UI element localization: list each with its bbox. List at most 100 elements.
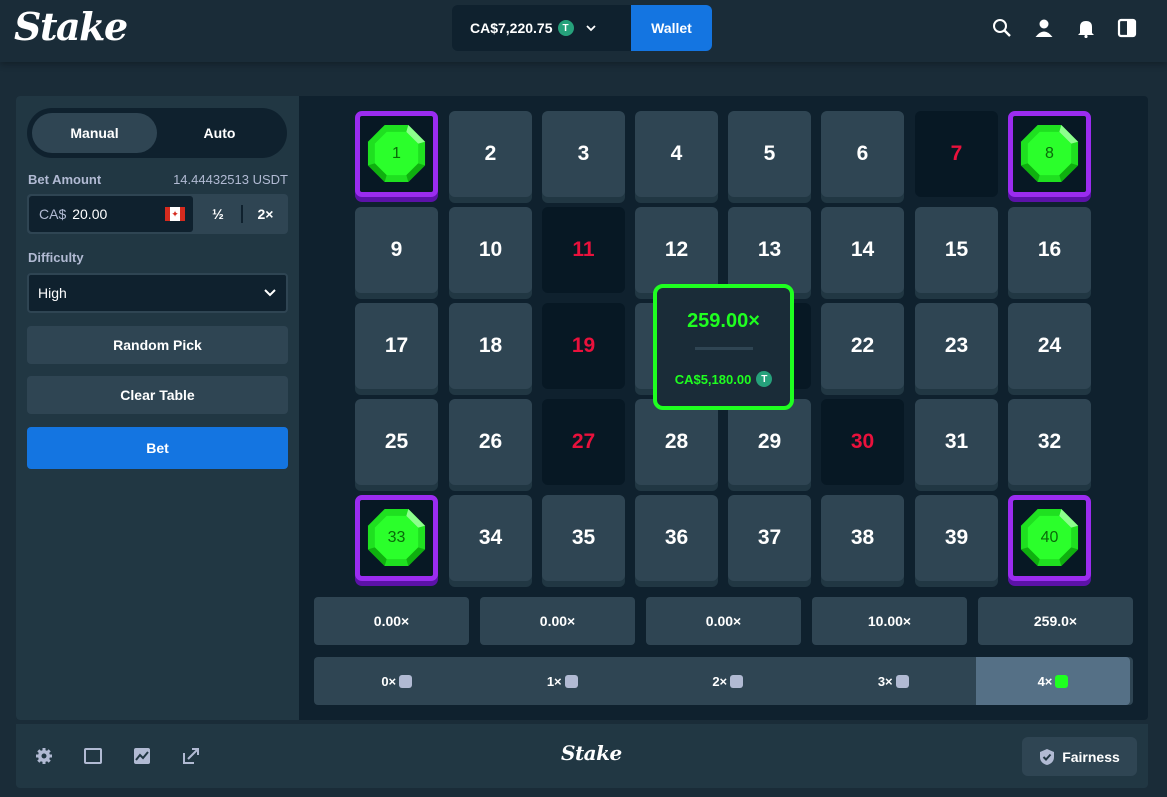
tile-32[interactable]: 32 <box>1008 399 1091 485</box>
tile-14[interactable]: 14 <box>821 207 904 293</box>
tile-number: 35 <box>571 526 596 549</box>
tile-number: 36 <box>664 526 689 549</box>
hits-cell: 1× <box>480 657 646 705</box>
tile-3[interactable]: 3 <box>542 111 625 197</box>
tile-10[interactable]: 10 <box>449 207 532 293</box>
sidebar-toggle-icon[interactable] <box>1117 18 1137 38</box>
search-icon[interactable] <box>992 18 1012 38</box>
tile-33[interactable]: 33 <box>355 495 438 581</box>
hits-cell: 0× <box>314 657 480 705</box>
hits-label: 1× <box>546 673 562 689</box>
tile-26[interactable]: 26 <box>449 399 532 485</box>
tile-22[interactable]: 22 <box>821 303 904 389</box>
tile-8[interactable]: 8 <box>1008 111 1091 197</box>
tile-29[interactable]: 29 <box>728 399 811 485</box>
hits-label: 0× <box>381 673 397 689</box>
wallet-button[interactable]: Wallet <box>631 5 712 51</box>
tile-15[interactable]: 15 <box>915 207 998 293</box>
tile-31[interactable]: 31 <box>915 399 998 485</box>
settings-gear-icon[interactable] <box>34 746 54 766</box>
tile-39[interactable]: 39 <box>915 495 998 581</box>
stake-logo[interactable]: Stake <box>14 4 128 49</box>
hits-cell: 2× <box>645 657 811 705</box>
tile-number: 23 <box>944 334 969 357</box>
clear-table-button[interactable]: Clear Table <box>27 376 288 414</box>
user-icon[interactable] <box>1034 18 1054 38</box>
hits-label: 2× <box>712 673 728 689</box>
balance-selector[interactable]: CA$7,220.75 T <box>452 5 632 51</box>
tile-37[interactable]: 37 <box>728 495 811 581</box>
balance-amount: CA$7,220.75 <box>470 20 553 36</box>
tile-number: 15 <box>944 238 969 261</box>
tile-number: 1 <box>392 145 401 162</box>
bet-currency: CA$ <box>39 206 67 222</box>
tile-40[interactable]: 40 <box>1008 495 1091 581</box>
tile-number: 22 <box>850 334 875 357</box>
tile-19[interactable]: 19 <box>542 303 625 389</box>
bet-panel: Manual Auto Bet Amount 14.44432513 USDT … <box>16 96 299 720</box>
tile-36[interactable]: 36 <box>635 495 718 581</box>
tile-24[interactable]: 24 <box>1008 303 1091 389</box>
tile-7[interactable]: 7 <box>915 111 998 197</box>
tile-number: 34 <box>478 526 503 549</box>
result-popup: 259.00× CA$5,180.00 T <box>653 284 794 410</box>
tile-6[interactable]: 6 <box>821 111 904 197</box>
bet-button[interactable]: Bet <box>27 427 288 469</box>
tile-27[interactable]: 27 <box>542 399 625 485</box>
popout-icon[interactable] <box>181 746 201 766</box>
tile-17[interactable]: 17 <box>355 303 438 389</box>
tile-number: 17 <box>384 334 409 357</box>
result-amount: CA$5,180.00 <box>674 371 752 387</box>
tile-number: 9 <box>390 238 403 261</box>
tile-12[interactable]: 12 <box>635 207 718 293</box>
tile-30[interactable]: 30 <box>821 399 904 485</box>
payout-cell: 259.0× <box>978 597 1133 645</box>
tether-coin-icon: T <box>756 371 773 387</box>
theatre-mode-icon[interactable] <box>83 746 103 766</box>
tile-38[interactable]: 38 <box>821 495 904 581</box>
tile-number: 8 <box>1045 145 1054 162</box>
tile-number: 24 <box>1037 334 1062 357</box>
tile-number: 18 <box>478 334 503 357</box>
tile-13[interactable]: 13 <box>728 207 811 293</box>
hits-label: 3× <box>877 673 893 689</box>
tile-35[interactable]: 35 <box>542 495 625 581</box>
live-stats-icon[interactable] <box>132 746 152 766</box>
tile-9[interactable]: 9 <box>355 207 438 293</box>
tile-18[interactable]: 18 <box>449 303 532 389</box>
tile-1[interactable]: 1 <box>355 111 438 197</box>
tile-4[interactable]: 4 <box>635 111 718 197</box>
hits-cell: 3× <box>811 657 977 705</box>
hits-bar: 0× 1× 2× 3× 4× <box>314 657 1133 705</box>
bet-amount-input[interactable]: CA$ 20.00 ✦ <box>29 196 193 232</box>
result-multiplier: 259.00× <box>687 310 760 332</box>
tile-5[interactable]: 5 <box>728 111 811 197</box>
half-bet-button[interactable]: ½ <box>195 194 241 234</box>
fairness-button[interactable]: Fairness <box>1022 737 1137 776</box>
tile-16[interactable]: 16 <box>1008 207 1091 293</box>
tile-number: 7 <box>950 142 963 165</box>
hits-cell: 4× <box>976 657 1130 705</box>
gem-outline-icon <box>895 674 909 688</box>
difficulty-value: High <box>38 285 67 301</box>
tile-11[interactable]: 11 <box>542 207 625 293</box>
tile-23[interactable]: 23 <box>915 303 998 389</box>
tile-34[interactable]: 34 <box>449 495 532 581</box>
bell-icon[interactable] <box>1076 18 1096 38</box>
tile-number: 39 <box>944 526 969 549</box>
tile-number: 27 <box>571 430 596 453</box>
tile-28[interactable]: 28 <box>635 399 718 485</box>
double-bet-button[interactable]: 2× <box>243 194 288 234</box>
random-pick-button[interactable]: Random Pick <box>27 326 288 364</box>
tab-auto[interactable]: Auto <box>157 113 282 153</box>
difficulty-select[interactable]: High <box>27 273 288 313</box>
fairness-label: Fairness <box>1062 748 1120 765</box>
payout-cell: 10.00× <box>812 597 967 645</box>
tile-number: 12 <box>664 238 689 261</box>
payout-cell: 0.00× <box>480 597 635 645</box>
tab-manual[interactable]: Manual <box>32 113 157 153</box>
tile-2[interactable]: 2 <box>449 111 532 197</box>
tile-number: 37 <box>757 526 782 549</box>
tile-25[interactable]: 25 <box>355 399 438 485</box>
bet-amount-label: Bet Amount <box>28 172 102 187</box>
